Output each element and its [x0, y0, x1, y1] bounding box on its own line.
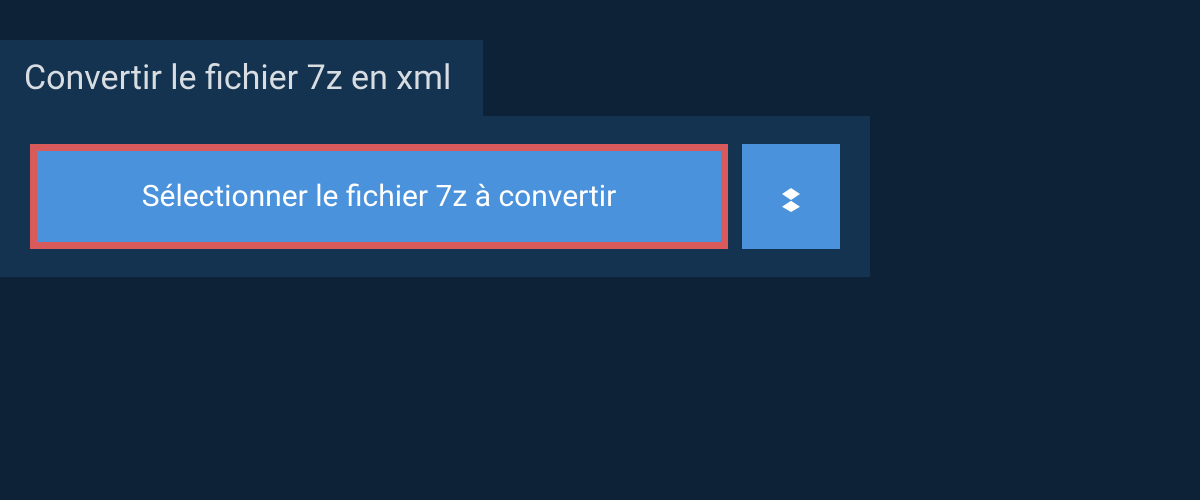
select-file-button-label: Sélectionner le fichier 7z à convertir [142, 179, 617, 214]
dropbox-icon [773, 179, 809, 215]
upload-panel: Sélectionner le fichier 7z à convertir [0, 116, 870, 277]
page-title: Convertir le fichier 7z en xml [24, 58, 451, 98]
dropbox-button[interactable] [742, 144, 840, 249]
converter-tab-header: Convertir le fichier 7z en xml [0, 40, 483, 116]
select-file-button[interactable]: Sélectionner le fichier 7z à convertir [30, 144, 728, 249]
